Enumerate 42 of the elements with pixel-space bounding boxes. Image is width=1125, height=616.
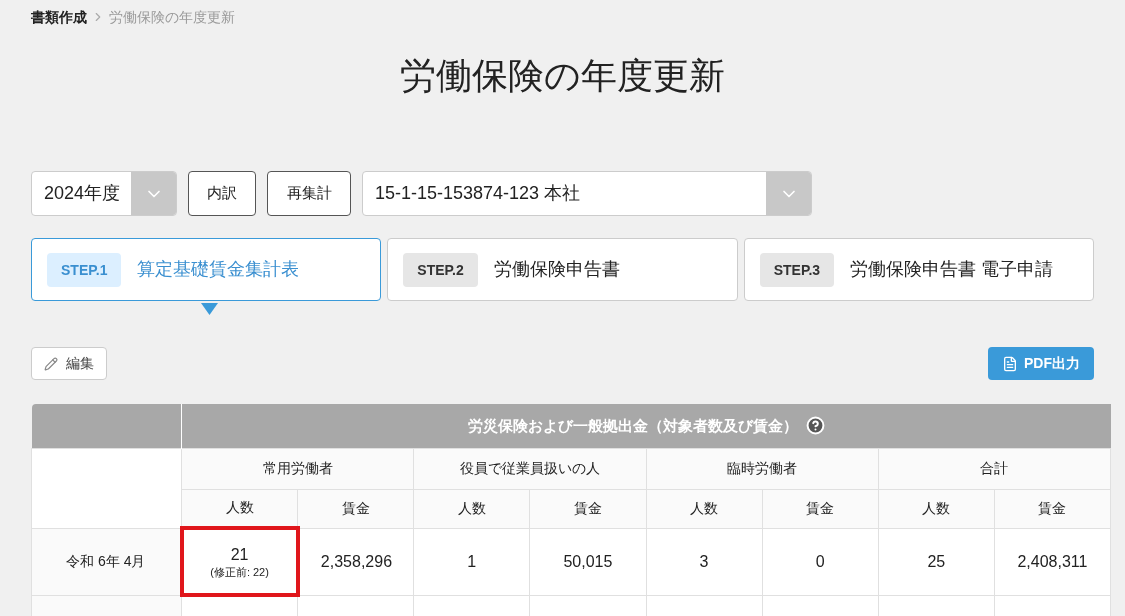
column-header: 人数 [878, 489, 995, 528]
table-cell: 2,358,296 [297, 528, 414, 595]
column-header: 役員で従業員扱いの人 [413, 448, 646, 489]
column-header: 人数 [413, 489, 530, 528]
step-title: 算定基礎賃金集計表 [137, 258, 300, 281]
column-header: 賃金 [994, 489, 1111, 528]
breakdown-button[interactable]: 内訳 [188, 171, 256, 216]
table-cell: 25 [878, 528, 995, 595]
office-select[interactable]: 15-1-15-153874-123 本社 [362, 171, 812, 216]
help-icon[interactable] [805, 416, 825, 436]
breadcrumb-item: 労働保険の年度更新 [109, 7, 235, 27]
step-tab[interactable]: STEP.1 算定基礎賃金集計表 [31, 238, 382, 301]
row-header: 令和 6年 4月 [31, 528, 182, 595]
table-cell: 2,408,311 [994, 528, 1111, 595]
pencil-icon [44, 356, 58, 371]
column-header: 賃金 [529, 489, 646, 528]
year-select[interactable]: 2024年度 [31, 171, 177, 216]
column-header: 賃金 [297, 489, 414, 528]
table-group-header: 労災保険および一般拠出金（対象者数及び賃金） [467, 415, 798, 436]
table-cell: 21 (修正前: 22) [181, 528, 298, 595]
column-header: 賃金 [762, 489, 879, 528]
step-tab[interactable]: STEP.3 労働保険申告書 電子申請 [743, 238, 1094, 301]
page-title: 労働保険の年度更新 [400, 54, 725, 98]
column-header: 常用労働者 [181, 448, 414, 489]
step-title: 労働保険申告書 電子申請 [850, 258, 1054, 281]
table-cell: 0 [762, 528, 879, 595]
step-badge: STEP.3 [759, 252, 835, 287]
column-header: 合計 [878, 448, 1111, 489]
step-title: 労働保険申告書 [493, 258, 620, 281]
step-badge: STEP.1 [47, 252, 122, 287]
document-icon [1002, 355, 1018, 372]
recalculate-button[interactable]: 再集計 [267, 171, 351, 216]
edit-button[interactable]: 編集 [31, 347, 107, 380]
pointer-triangle-icon [201, 303, 218, 315]
column-header: 人数 [646, 489, 763, 528]
column-header: 臨時労働者 [646, 448, 879, 489]
table-cell: 3 [646, 528, 763, 595]
table-cell: 1 [413, 528, 530, 595]
step-tab[interactable]: STEP.2 労働保険申告書 [387, 238, 738, 301]
step-badge: STEP.2 [403, 252, 478, 287]
breadcrumb-item[interactable]: 書類作成 [31, 6, 87, 28]
table-cell: 50,015 [529, 528, 646, 595]
